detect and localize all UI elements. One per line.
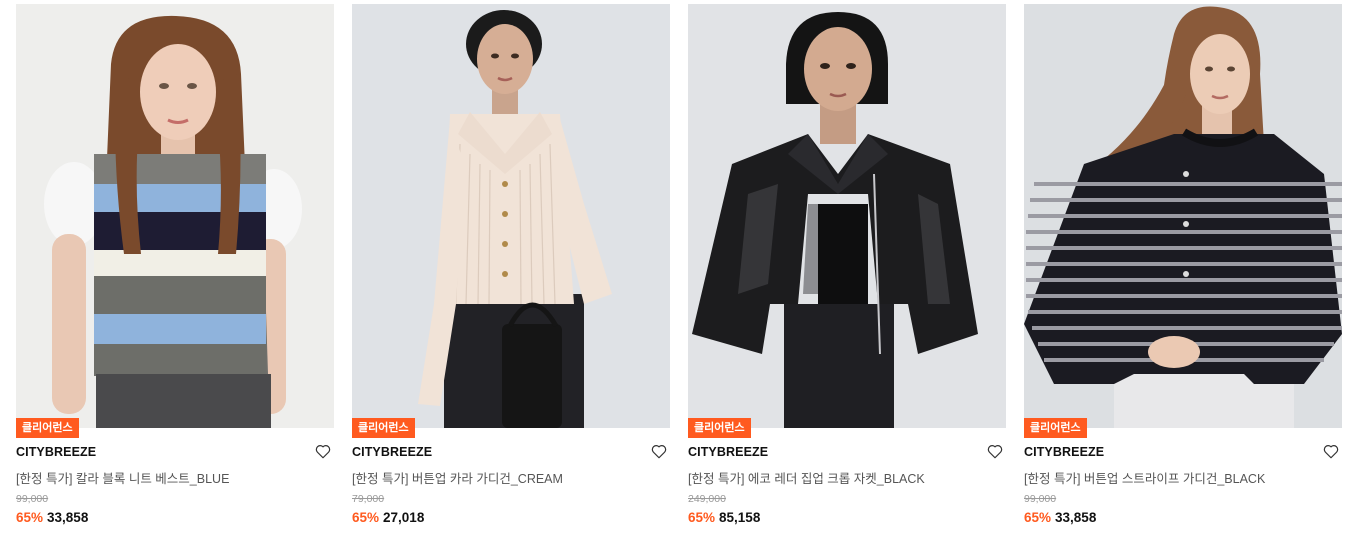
product-image[interactable] bbox=[16, 4, 334, 428]
product-grid: 클리어런스 CITYBREEZE [한정 특가] 칼라 블록 니트 베스트_BL… bbox=[0, 0, 1345, 534]
heart-outline-icon[interactable] bbox=[986, 442, 1004, 460]
clearance-badge: 클리어런스 bbox=[688, 418, 751, 438]
product-card[interactable]: 클리어런스 CITYBREEZE [한정 특가] 에코 레더 집업 크롭 자켓_… bbox=[688, 4, 1006, 530]
brand-name[interactable]: CITYBREEZE bbox=[688, 445, 768, 459]
heart-outline-icon[interactable] bbox=[650, 442, 668, 460]
original-price: 99,000 bbox=[1024, 493, 1057, 505]
product-card[interactable]: 클리어런스 CITYBREEZE [한정 특가] 칼라 블록 니트 베스트_BL… bbox=[16, 4, 334, 530]
sale-price: 85,158 bbox=[719, 510, 761, 525]
product-name[interactable]: [한정 특가] 에코 레더 집업 크롭 자켓_BLACK bbox=[688, 468, 988, 487]
product-image[interactable] bbox=[352, 4, 670, 428]
product-name[interactable]: [한정 특가] 칼라 블록 니트 베스트_BLUE bbox=[16, 468, 316, 487]
clearance-badge: 클리어런스 bbox=[352, 418, 415, 438]
price-row: 65% 33,858 bbox=[1024, 510, 1096, 525]
price-row: 65% 27,018 bbox=[352, 510, 424, 525]
brand-name[interactable]: CITYBREEZE bbox=[1024, 445, 1104, 459]
original-price: 99,000 bbox=[16, 493, 49, 505]
sale-price: 33,858 bbox=[1055, 510, 1097, 525]
sale-price: 27,018 bbox=[383, 510, 425, 525]
product-name[interactable]: [한정 특가] 버튼업 스트라이프 가디건_BLACK bbox=[1024, 468, 1324, 487]
price-row: 65% 33,858 bbox=[16, 510, 88, 525]
product-card[interactable]: 클리어런스 CITYBREEZE [한정 특가] 버튼업 스트라이프 가디건_B… bbox=[1024, 4, 1342, 530]
discount-rate: 65% bbox=[688, 510, 716, 525]
brand-name[interactable]: CITYBREEZE bbox=[16, 445, 96, 459]
heart-outline-icon[interactable] bbox=[1322, 442, 1340, 460]
discount-rate: 65% bbox=[1024, 510, 1052, 525]
product-name[interactable]: [한정 특가] 버튼업 카라 가디건_CREAM bbox=[352, 468, 652, 487]
discount-rate: 65% bbox=[16, 510, 44, 525]
clearance-badge: 클리어런스 bbox=[16, 418, 79, 438]
discount-rate: 65% bbox=[352, 510, 380, 525]
product-image[interactable] bbox=[688, 4, 1006, 428]
sale-price: 33,858 bbox=[47, 510, 89, 525]
brand-name[interactable]: CITYBREEZE bbox=[352, 445, 432, 459]
original-price: 79,000 bbox=[352, 493, 385, 505]
price-row: 65% 85,158 bbox=[688, 510, 760, 525]
heart-outline-icon[interactable] bbox=[314, 442, 332, 460]
original-price: 249,000 bbox=[688, 493, 726, 505]
product-card[interactable]: 클리어런스 CITYBREEZE [한정 특가] 버튼업 카라 가디건_CREA… bbox=[352, 4, 670, 530]
clearance-badge: 클리어런스 bbox=[1024, 418, 1087, 438]
product-image[interactable] bbox=[1024, 4, 1342, 428]
